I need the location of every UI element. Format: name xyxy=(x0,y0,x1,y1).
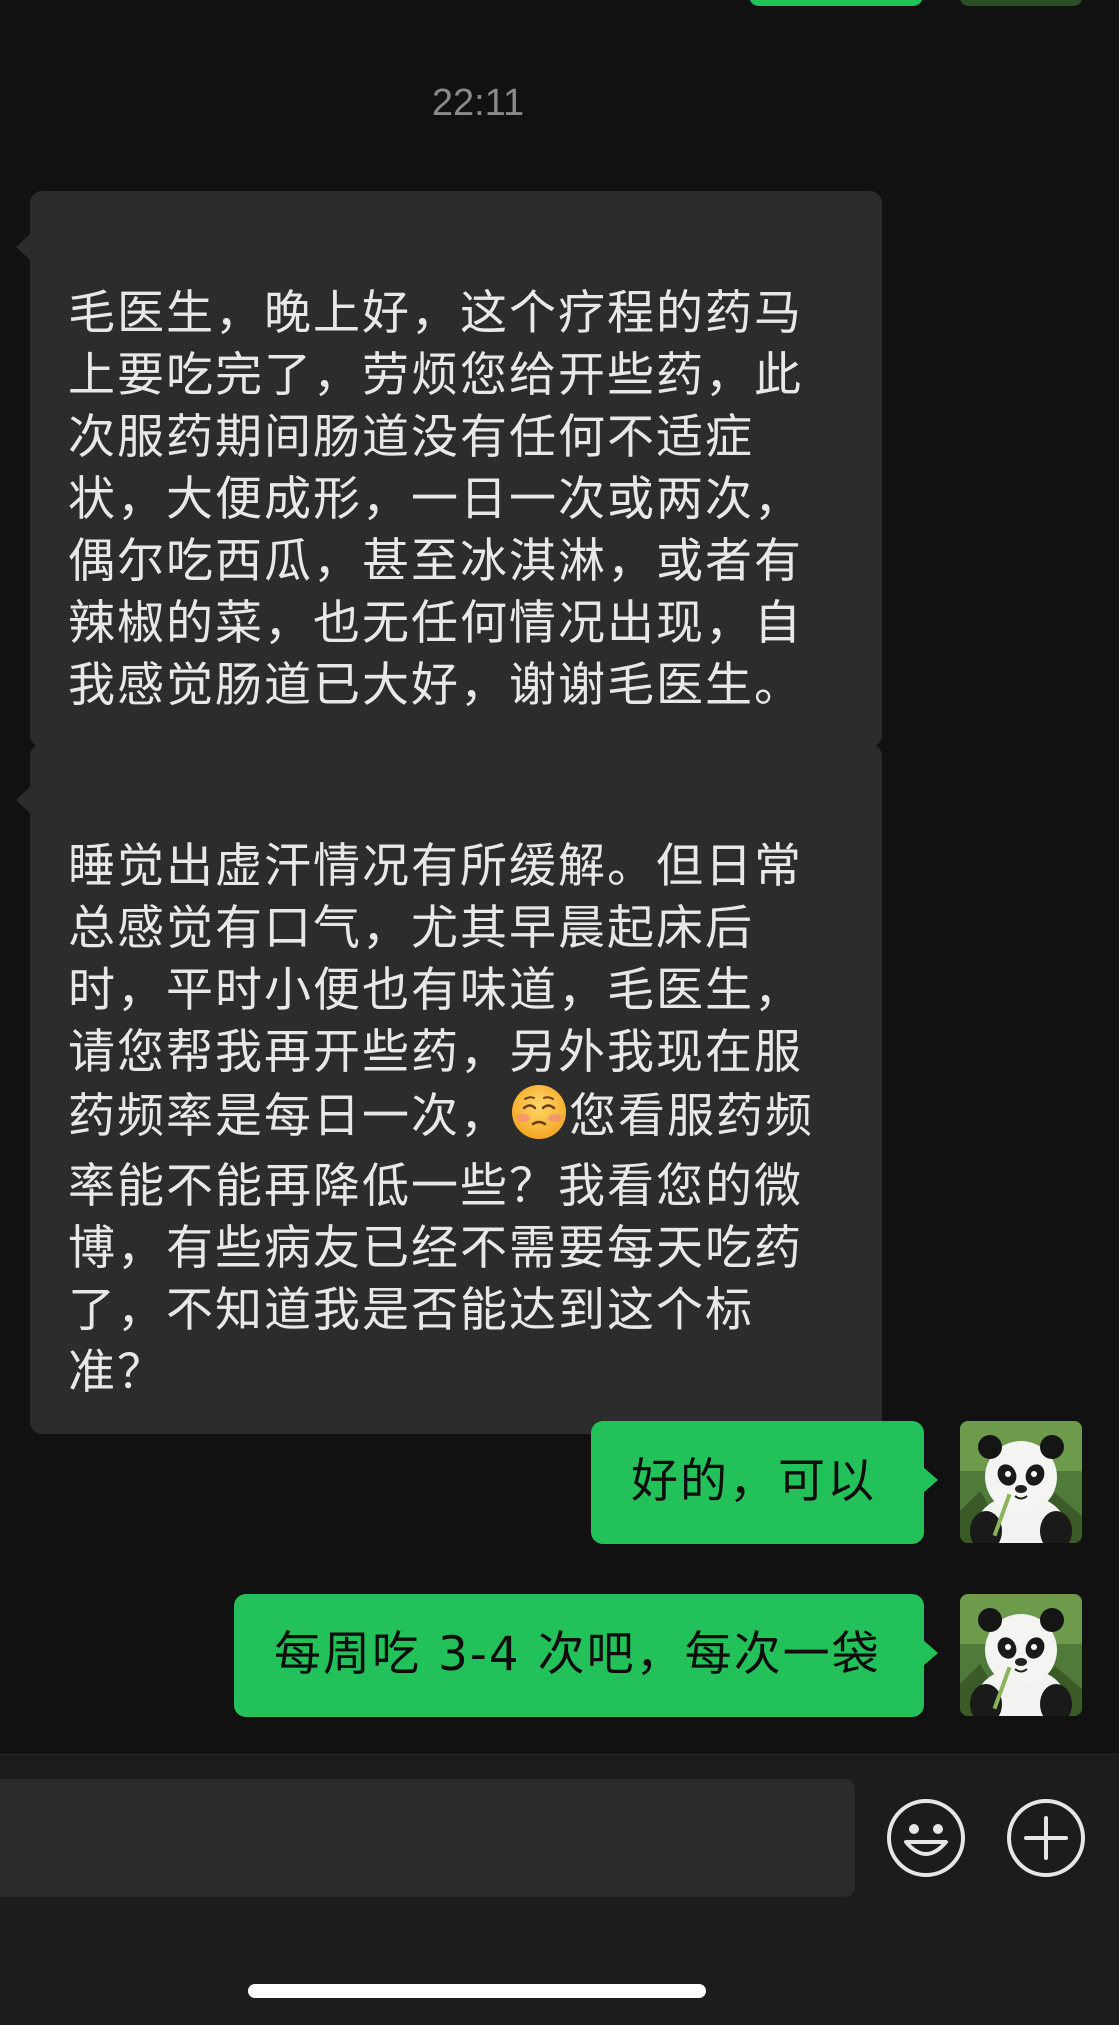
message-text: 每周吃 3-4 次吧，每次一袋 xyxy=(274,1627,881,1682)
chat-message-list[interactable]: 22:11 毛医生，晚上好，这个疗程的药马 上要吃完了，劳烦您给开些药，此 次服… xyxy=(0,0,1119,1754)
outgoing-message-bubble-partial[interactable] xyxy=(749,0,923,6)
pleading-face-emoji xyxy=(511,1084,567,1156)
incoming-message-bubble[interactable]: 睡觉出虚汗情况有所缓解。但日常 总感觉有口气，尤其早晨起床后 时，平时小便也有味… xyxy=(16,744,882,1434)
smiley-icon xyxy=(887,1799,965,1877)
outgoing-message-bubble[interactable]: 每周吃 3-4 次吧，每次一袋 xyxy=(234,1594,938,1717)
message-input[interactable] xyxy=(0,1779,855,1897)
more-button[interactable] xyxy=(1006,1798,1086,1878)
plus-circle-icon xyxy=(1007,1799,1085,1877)
message-timestamp: 22:11 xyxy=(431,82,525,124)
emoji-button[interactable] xyxy=(886,1798,966,1878)
home-indicator[interactable] xyxy=(248,1984,706,1998)
input-bar xyxy=(0,1754,1119,2025)
incoming-message-bubble[interactable]: 毛医生，晚上好，这个疗程的药马 上要吃完了，劳烦您给开些药，此 次服药期间肠道没… xyxy=(16,191,882,747)
message-text: 毛医生，晚上好，这个疗程的药马 上要吃完了，劳烦您给开些药，此 次服药期间肠道没… xyxy=(68,286,803,713)
self-avatar-partial[interactable] xyxy=(960,0,1082,6)
panda-avatar[interactable] xyxy=(960,1594,1082,1716)
outgoing-message-bubble[interactable]: 好的，可以 xyxy=(591,1421,938,1544)
panda-avatar[interactable] xyxy=(960,1421,1082,1543)
message-text: 好的，可以 xyxy=(631,1454,876,1509)
